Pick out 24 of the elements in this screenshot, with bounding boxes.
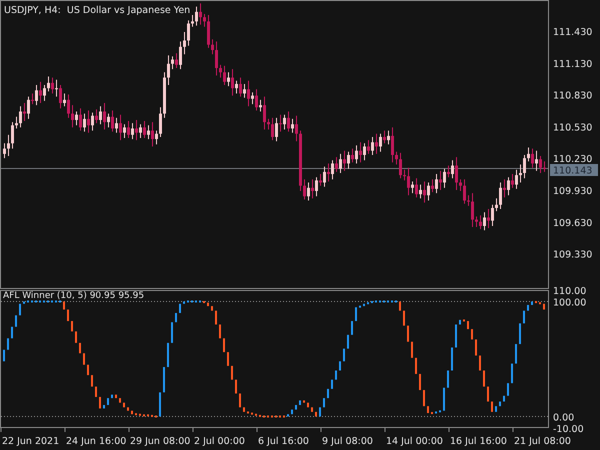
- time-label: 21 Jul 08:00: [514, 436, 571, 447]
- time-label: 24 Jun 16:00: [66, 436, 126, 447]
- time-label: 14 Jul 00:00: [386, 436, 443, 447]
- indicator-label: 110.00: [553, 286, 586, 297]
- price-label: 109.330: [553, 250, 592, 261]
- current-price-tag: 110.143: [550, 164, 598, 176]
- time-label: 6 Jul 16:00: [258, 436, 309, 447]
- indicator-title: AFL Winner (10, 5) 90.95 95.95: [3, 291, 144, 301]
- price-label: 110.530: [553, 122, 592, 134]
- price-label: 111.130: [553, 58, 592, 70]
- time-label: 29 Jun 08:00: [130, 436, 190, 447]
- time-label: 22 Jun 2021: [2, 436, 60, 447]
- time-label: 16 Jul 16:00: [450, 436, 507, 447]
- chart-title: USDJPY, H4: US Dollar vs Japanese Yen: [4, 5, 190, 16]
- indicator-label: 0.00: [553, 412, 574, 424]
- price-label: 111.430: [553, 27, 592, 38]
- time-label: 9 Jul 08:00: [322, 436, 373, 447]
- price-label: 109.930: [553, 186, 592, 197]
- indicator-label: -10.00: [553, 424, 584, 435]
- indicator-label: 100.00: [553, 298, 586, 308]
- price-label: 110.830: [553, 90, 592, 102]
- price-label: 110.230: [553, 154, 592, 166]
- time-label: 2 Jul 00:00: [194, 436, 245, 447]
- price-label: 109.630: [553, 218, 592, 229]
